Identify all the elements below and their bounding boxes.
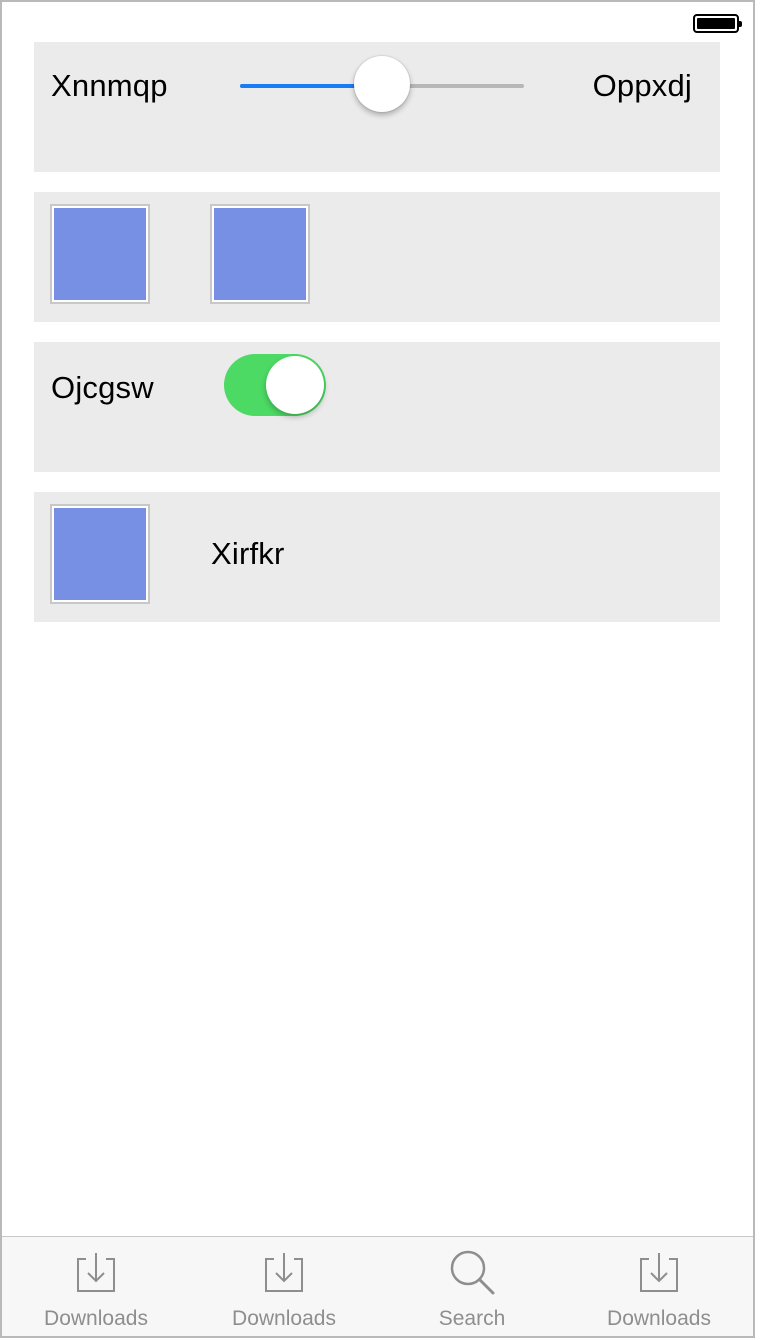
image-placeholder[interactable] bbox=[50, 504, 150, 604]
image-placeholder[interactable] bbox=[210, 204, 310, 304]
slider-row: Xnnmqp Oppxdj bbox=[34, 42, 720, 172]
value-slider[interactable] bbox=[240, 56, 524, 112]
tab-downloads-1[interactable]: Downloads bbox=[2, 1237, 190, 1336]
download-icon bbox=[77, 1253, 115, 1292]
tab-label: Search bbox=[438, 1307, 506, 1330]
slider-max-label: Oppxdj bbox=[592, 68, 692, 103]
toggle-switch[interactable] bbox=[224, 354, 326, 416]
phone-screen: Xnnmqp Oppxdj Ojcgsw Xirfkr Downloads Do… bbox=[0, 0, 755, 1338]
image-pair-row bbox=[34, 192, 720, 322]
download-icon bbox=[265, 1253, 303, 1292]
image-placeholder[interactable] bbox=[50, 204, 150, 304]
toggle-label: Ojcgsw bbox=[51, 370, 154, 405]
tab-downloads-3[interactable]: Downloads bbox=[565, 1237, 753, 1336]
tab-bar: Downloads Downloads Search Downloads bbox=[2, 1236, 753, 1336]
tab-label: Downloads bbox=[44, 1307, 148, 1330]
download-icon bbox=[640, 1253, 678, 1292]
tab-downloads-2[interactable]: Downloads bbox=[190, 1237, 378, 1336]
battery-icon bbox=[693, 14, 742, 33]
tab-label: Downloads bbox=[607, 1307, 711, 1330]
slider-min-label: Xnnmqp bbox=[51, 68, 168, 103]
toggle-knob bbox=[266, 356, 324, 414]
tab-label: Downloads bbox=[232, 1307, 336, 1330]
search-icon bbox=[450, 1250, 495, 1295]
tab-search[interactable]: Search bbox=[378, 1237, 566, 1336]
slider-thumb[interactable] bbox=[354, 56, 410, 112]
image-label-row: Xirfkr bbox=[34, 492, 720, 622]
toggle-row: Ojcgsw bbox=[34, 342, 720, 472]
image-row-label: Xirfkr bbox=[211, 536, 285, 571]
